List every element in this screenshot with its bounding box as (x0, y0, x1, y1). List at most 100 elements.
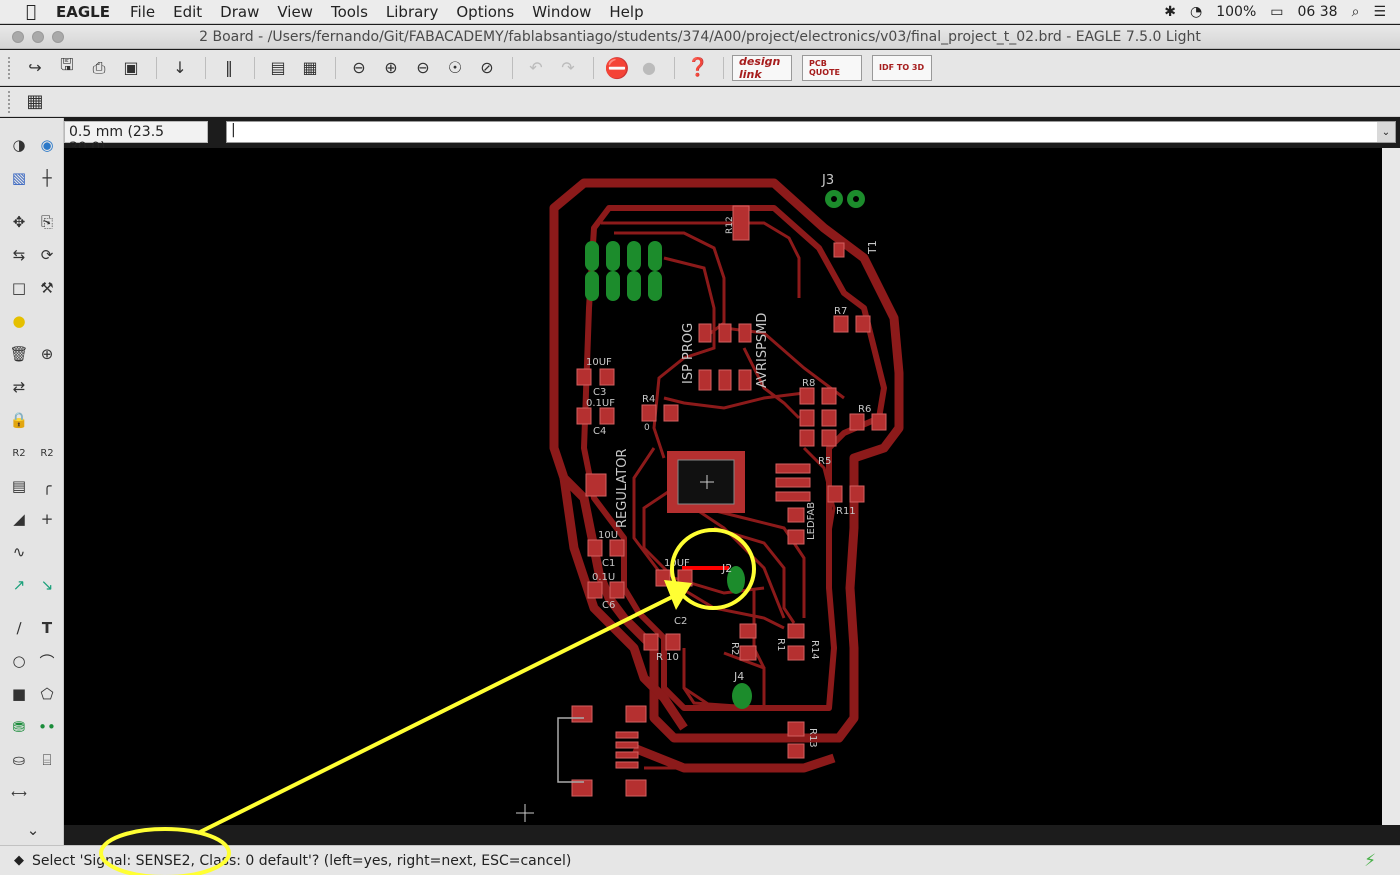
app-menu[interactable]: EAGLE (56, 3, 110, 21)
change-icon[interactable]: ⚒ (35, 276, 59, 300)
dimension-icon[interactable]: ⟷ (7, 781, 31, 805)
zoom-in-icon[interactable]: ⊕ (376, 54, 406, 82)
zoom-out-icon[interactable]: ⊖ (408, 54, 438, 82)
menu-help[interactable]: Help (609, 3, 643, 21)
menu-library[interactable]: Library (386, 3, 438, 21)
label-j3: J3 (821, 173, 834, 188)
clock[interactable]: 06 38 (1298, 4, 1338, 20)
menu-window[interactable]: Window (532, 3, 591, 21)
isp-header-vias (585, 241, 662, 301)
mirror-icon[interactable]: ⇆ (7, 243, 31, 267)
polygon-icon[interactable]: ⬠ (35, 682, 59, 706)
label-isp-prog: ISP PROG (681, 323, 696, 384)
notification-center-icon[interactable]: ☰ (1373, 4, 1386, 20)
script-icon[interactable]: ↓ (165, 54, 195, 82)
expand-toolbar-icon[interactable]: ⌄ (21, 818, 45, 842)
lock-icon[interactable]: 🔒 (7, 408, 31, 432)
usb-outline (557, 717, 584, 783)
label-regulator: REGULATOR (615, 449, 630, 528)
mark-icon[interactable]: ┼ (35, 166, 59, 190)
replace-icon[interactable]: ⇄ (7, 375, 31, 399)
canvas-scrollbar[interactable] (1382, 148, 1400, 825)
toolbar-grip[interactable] (8, 56, 14, 79)
rotate-icon[interactable]: ⟳ (35, 243, 59, 267)
label-r13: R13 (807, 728, 818, 748)
idf-to-3d-button[interactable]: IDF TO 3D (872, 54, 932, 81)
battery-icon[interactable]: ▭ (1270, 4, 1283, 20)
add-icon[interactable]: ⊕ (35, 342, 59, 366)
zoom-window-button[interactable] (52, 31, 64, 43)
cam-processor-icon[interactable]: ▣ (116, 54, 146, 82)
window-title-bar: 2 Board - /Users/fernando/Git/FABACADEMY… (0, 25, 1400, 49)
schematic-switch-icon[interactable]: ▤ (263, 54, 293, 82)
wifi-icon[interactable]: ◔ (1190, 4, 1202, 20)
toolbar-grip[interactable] (8, 90, 14, 113)
ulp-icon[interactable]: ‖ (214, 54, 244, 82)
label-c3: C3 (593, 387, 606, 398)
menu-file[interactable]: File (130, 3, 155, 21)
close-window-button[interactable] (12, 31, 24, 43)
move-icon[interactable]: ✥ (7, 210, 31, 234)
board-switch-icon[interactable]: ▦ (295, 54, 325, 82)
open-icon[interactable]: ↪ (20, 54, 50, 82)
bluetooth-icon[interactable]: ✱ (1164, 4, 1176, 20)
pcb-quote-button[interactable]: PCB QUOTE (802, 54, 862, 81)
window-controls (12, 31, 64, 43)
arc-icon[interactable]: ⌒ (35, 649, 59, 673)
grid-icon[interactable]: ▦ (20, 88, 50, 116)
board-canvas[interactable]: J3 T1 R12 R7 R8 R6 R5 R4 R11 R 10 R13 R1… (64, 148, 1382, 825)
minimize-window-button[interactable] (32, 31, 44, 43)
redo-icon[interactable]: ↷ (553, 54, 583, 82)
circle-icon[interactable]: ○ (7, 649, 31, 673)
menu-edit[interactable]: Edit (173, 3, 202, 21)
group-icon[interactable]: □ (7, 276, 31, 300)
meander-icon[interactable]: ∿ (7, 540, 31, 564)
miter-icon[interactable]: ╭ (35, 474, 59, 498)
smash-icon[interactable]: ▤ (7, 474, 31, 498)
via-icon[interactable]: ⛃ (7, 715, 31, 739)
zoom-select-icon[interactable]: ⊘ (472, 54, 502, 82)
go-icon[interactable]: ● (634, 54, 664, 82)
help-icon[interactable]: ❓ (683, 54, 713, 82)
undo-icon[interactable]: ↶ (521, 54, 551, 82)
display-layers-icon[interactable]: ▧ (7, 166, 31, 190)
spotlight-search-icon[interactable]: ⌕ (1352, 4, 1360, 20)
info-icon[interactable]: ◑ (7, 133, 31, 157)
text-icon[interactable]: T (35, 616, 59, 640)
hole-icon[interactable]: ⛀ (7, 748, 31, 772)
paste-icon[interactable]: ● (7, 309, 31, 333)
copy-icon[interactable]: ⎘ (35, 210, 59, 234)
label-c1: C1 (602, 558, 615, 569)
wire-icon[interactable]: ∕ (7, 616, 31, 640)
battery-percent[interactable]: 100% (1216, 4, 1256, 20)
zoom-to-fit-icon[interactable]: ⊖ (344, 54, 374, 82)
menu-options[interactable]: Options (456, 3, 514, 21)
menu-tools[interactable]: Tools (331, 3, 368, 21)
status-diamond-icon: ◆ (14, 853, 24, 868)
save-icon[interactable]: 🖫 (52, 54, 82, 82)
label-c6: C6 (602, 600, 615, 611)
lightning-icon[interactable]: ⚡ (1364, 851, 1376, 871)
menu-draw[interactable]: Draw (220, 3, 259, 21)
value-icon[interactable]: R2 (35, 441, 59, 465)
split-icon[interactable]: ◢ (7, 507, 31, 531)
delete-icon[interactable]: 🗑 (7, 342, 31, 366)
apple-menu-icon[interactable]:  (20, 2, 42, 22)
route-icon[interactable]: ↗ (7, 573, 31, 597)
rectangle-icon[interactable]: ■ (7, 682, 31, 706)
ripup-icon[interactable]: ↘ (35, 573, 59, 597)
redraw-icon[interactable]: ☉ (440, 54, 470, 82)
stop-icon[interactable]: ⛔ (602, 54, 632, 82)
print-icon[interactable]: ⎙ (84, 54, 114, 82)
label-j2: J2 (721, 562, 732, 575)
attribute-icon[interactable]: ⌸ (35, 748, 59, 772)
signal-icon[interactable]: •• (35, 715, 59, 739)
label-r14: R14 (809, 640, 820, 660)
optimize-icon[interactable]: + (35, 507, 59, 531)
name-icon[interactable]: R2 (7, 441, 31, 465)
command-history-dropdown-icon[interactable]: ⌄ (1377, 122, 1395, 142)
design-link-button[interactable]: design link (732, 54, 792, 81)
show-icon[interactable]: ◉ (35, 133, 59, 157)
command-line-input[interactable]: | ⌄ (226, 121, 1396, 143)
menu-view[interactable]: View (277, 3, 313, 21)
